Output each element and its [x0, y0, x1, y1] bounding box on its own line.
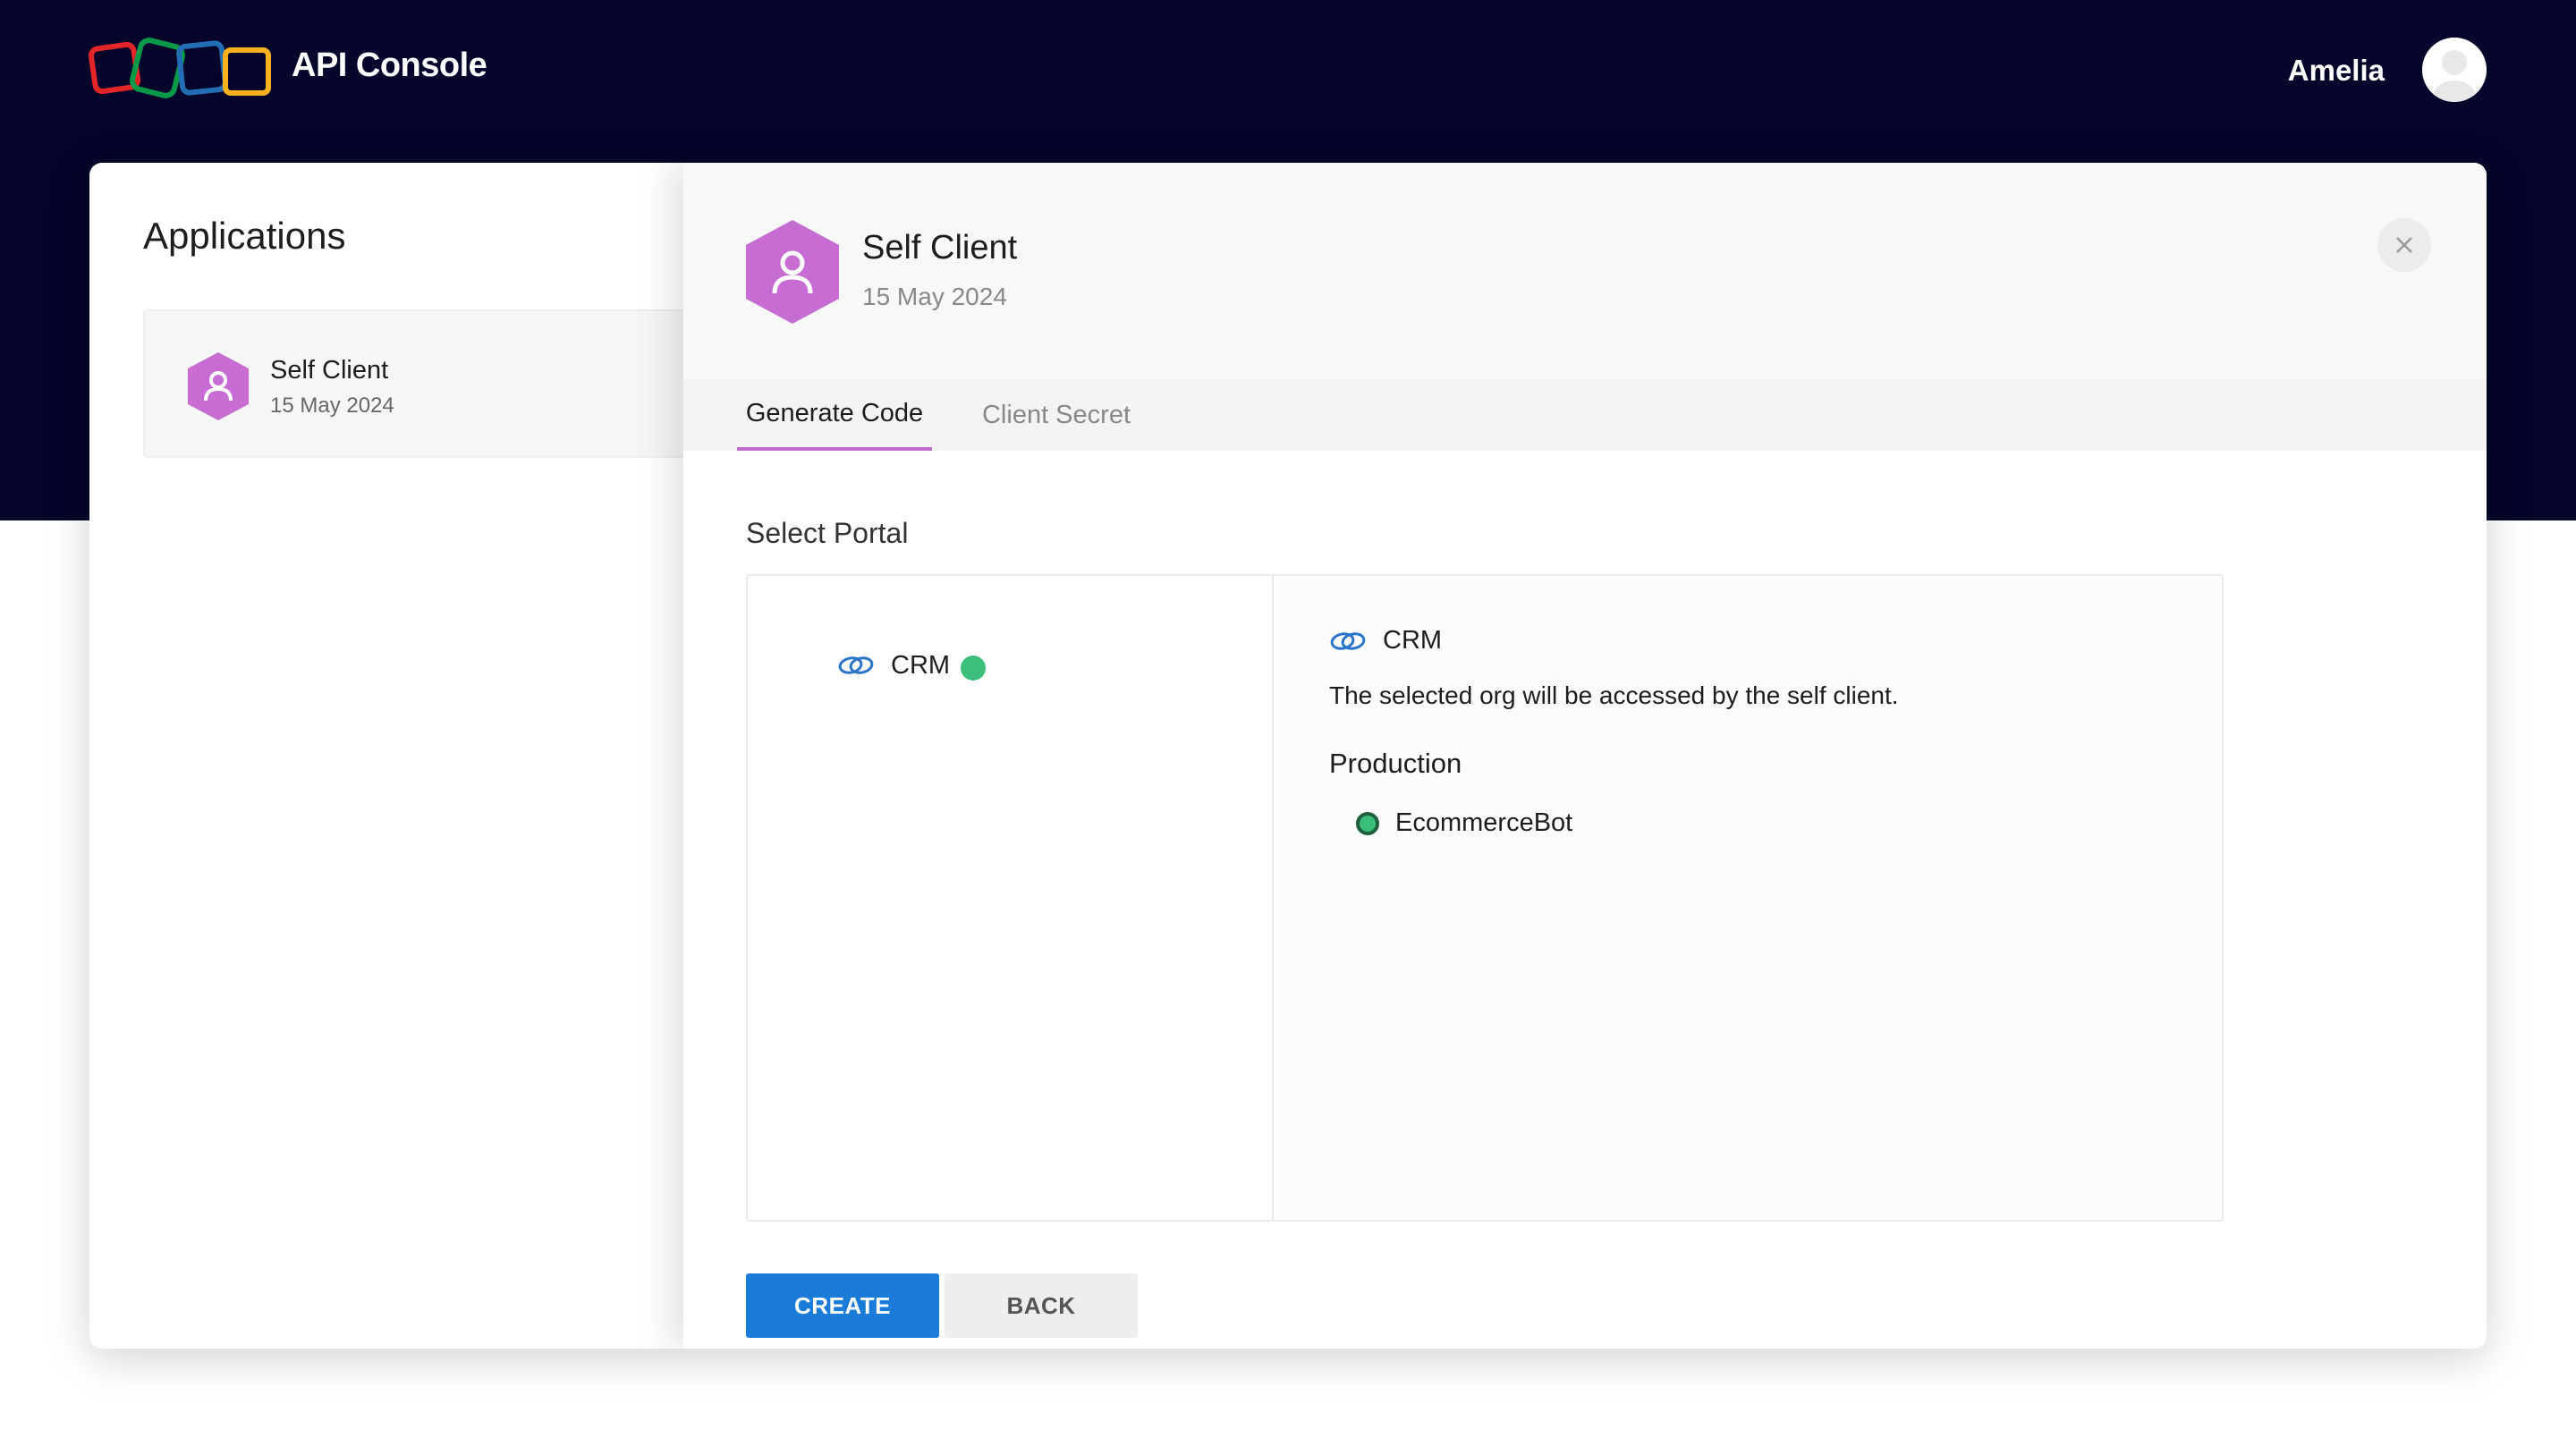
environment-label: Production — [1329, 748, 1462, 779]
portal-description: The selected org will be accessed by the… — [1329, 681, 1899, 709]
selected-portal-heading: CRM — [1329, 626, 1442, 656]
detail-header: Self Client 15 May 2024 — [683, 163, 2487, 379]
portal-status-dot — [961, 656, 987, 681]
client-detail-panel: Self Client 15 May 2024 Generate Code Cl… — [683, 163, 2487, 1349]
detail-date: 15 May 2024 — [862, 283, 1007, 310]
tab-generate-code[interactable]: Generate Code — [737, 379, 932, 451]
detail-title: Self Client — [862, 229, 1018, 266]
portal-item-label: CRM — [891, 650, 951, 680]
application-list-item[interactable]: Self Client 15 May 2024 — [143, 309, 769, 458]
portal-list: CRM — [748, 576, 1274, 1220]
tab-bar: Generate Code Client Secret — [683, 379, 2487, 451]
close-icon — [2396, 237, 2412, 253]
crm-link-icon — [1330, 631, 1366, 650]
app-title: API Console — [292, 47, 487, 84]
select-portal-label: Select Portal — [746, 517, 909, 549]
portal-item-crm[interactable]: CRM — [837, 647, 987, 683]
crm-link-icon — [838, 656, 874, 674]
portal-detail: CRM The selected org will be accessed by… — [1275, 576, 2222, 1220]
top-bar: API Console Amelia — [0, 0, 2576, 143]
create-button[interactable]: CREATE — [746, 1273, 939, 1338]
user-name[interactable]: Amelia — [2288, 54, 2385, 88]
user-avatar-icon[interactable] — [2422, 38, 2487, 102]
applications-card: Applications Self Client 15 May 2024 Sel… — [89, 163, 2487, 1349]
user-hexagon-icon — [746, 220, 839, 324]
back-button[interactable]: BACK — [945, 1273, 1138, 1338]
tab-client-secret[interactable]: Client Secret — [971, 379, 1141, 451]
selected-portal-label: CRM — [1383, 626, 1443, 655]
org-radio[interactable] — [1356, 811, 1379, 835]
user-hexagon-icon — [188, 352, 249, 420]
zoho-logo-icon[interactable] — [88, 36, 281, 104]
close-button[interactable] — [2377, 218, 2431, 272]
portal-selector: CRM CRM The selected org will be accesse… — [746, 574, 2224, 1222]
org-option[interactable]: EcommerceBot — [1356, 808, 1572, 838]
application-name: Self Client — [270, 356, 389, 385]
applications-title: Applications — [143, 215, 346, 257]
org-label: EcommerceBot — [1395, 808, 1573, 837]
application-date: 15 May 2024 — [270, 393, 394, 418]
